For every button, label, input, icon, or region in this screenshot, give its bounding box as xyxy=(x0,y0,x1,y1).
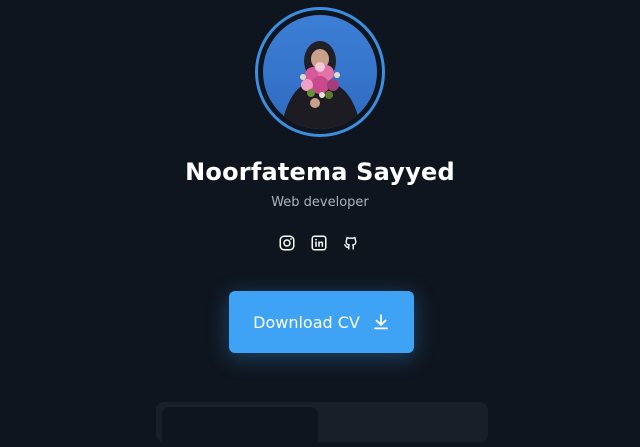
github-icon[interactable] xyxy=(342,234,360,252)
section-tabs-panel xyxy=(156,402,488,447)
download-cv-button[interactable]: Download CV xyxy=(229,291,414,353)
avatar-frame xyxy=(255,7,385,137)
avatar xyxy=(263,15,377,129)
avatar-illustration xyxy=(281,41,361,129)
section-tab-active[interactable] xyxy=(162,407,318,447)
profile-role: Web developer xyxy=(271,195,369,210)
download-icon xyxy=(373,314,388,330)
profile-name: Noorfatema Sayyed xyxy=(185,158,455,186)
linkedin-icon[interactable] xyxy=(310,234,328,252)
social-links xyxy=(278,234,368,254)
download-cv-label: Download CV xyxy=(253,312,360,332)
instagram-icon[interactable] xyxy=(278,234,296,252)
